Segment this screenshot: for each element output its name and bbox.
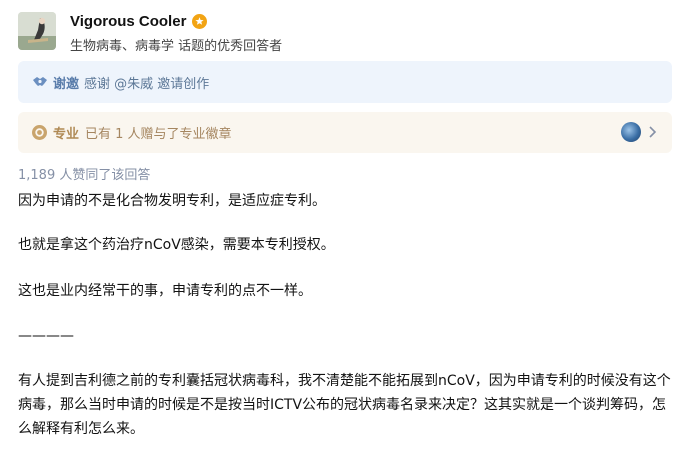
chevron-right-icon[interactable] (646, 124, 658, 140)
pro-tag: 专业 (53, 127, 80, 142)
medal-icon (31, 124, 48, 141)
invite-text[interactable]: 感谢 @朱威 邀请创作 (84, 73, 209, 92)
answer-paragraph-1: 因为申请的不是化合物发明专利，是适应症专利。 (18, 193, 326, 209)
author-description: 生物病毒、病毒学 话题的优秀回答者 (70, 39, 283, 54)
badge-giver-avatar[interactable] (621, 122, 641, 142)
author-name-row: Vigorous Cooler (70, 13, 208, 30)
author-name[interactable]: Vigorous Cooler (70, 13, 186, 30)
invite-banner: 谢邀 感谢 @朱威 邀请创作 (18, 61, 672, 103)
pro-text: 已有 1 人赠与了专业徽章 (85, 127, 232, 142)
avatar[interactable] (18, 12, 56, 50)
answer-divider: ———— (18, 328, 74, 344)
author-info: Vigorous Cooler 生物病毒、病毒学 话题的优秀回答者 (18, 12, 678, 54)
answer-paragraph-4: 有人提到吉利德之前的专利囊括冠状病毒科，我不清楚能不能拓展到nCoV，因为申请专… (18, 373, 671, 437)
answer-paragraph-2: 也就是拿这个药治疗nCoV感染，需要本专利授权。 (18, 237, 335, 253)
excellent-answerer-badge-icon[interactable] (192, 14, 208, 29)
answer-paragraph-3: 这也是业内经常干的事，申请专利的点不一样。 (18, 283, 312, 299)
vote-count: 1,189 人赞同了该回答 (18, 168, 151, 183)
invite-tag: 谢邀 (53, 76, 80, 92)
avatar-image (18, 12, 56, 50)
handshake-icon (31, 73, 49, 91)
professional-badge-banner[interactable]: 专业 已有 1 人赠与了专业徽章 (18, 112, 672, 153)
